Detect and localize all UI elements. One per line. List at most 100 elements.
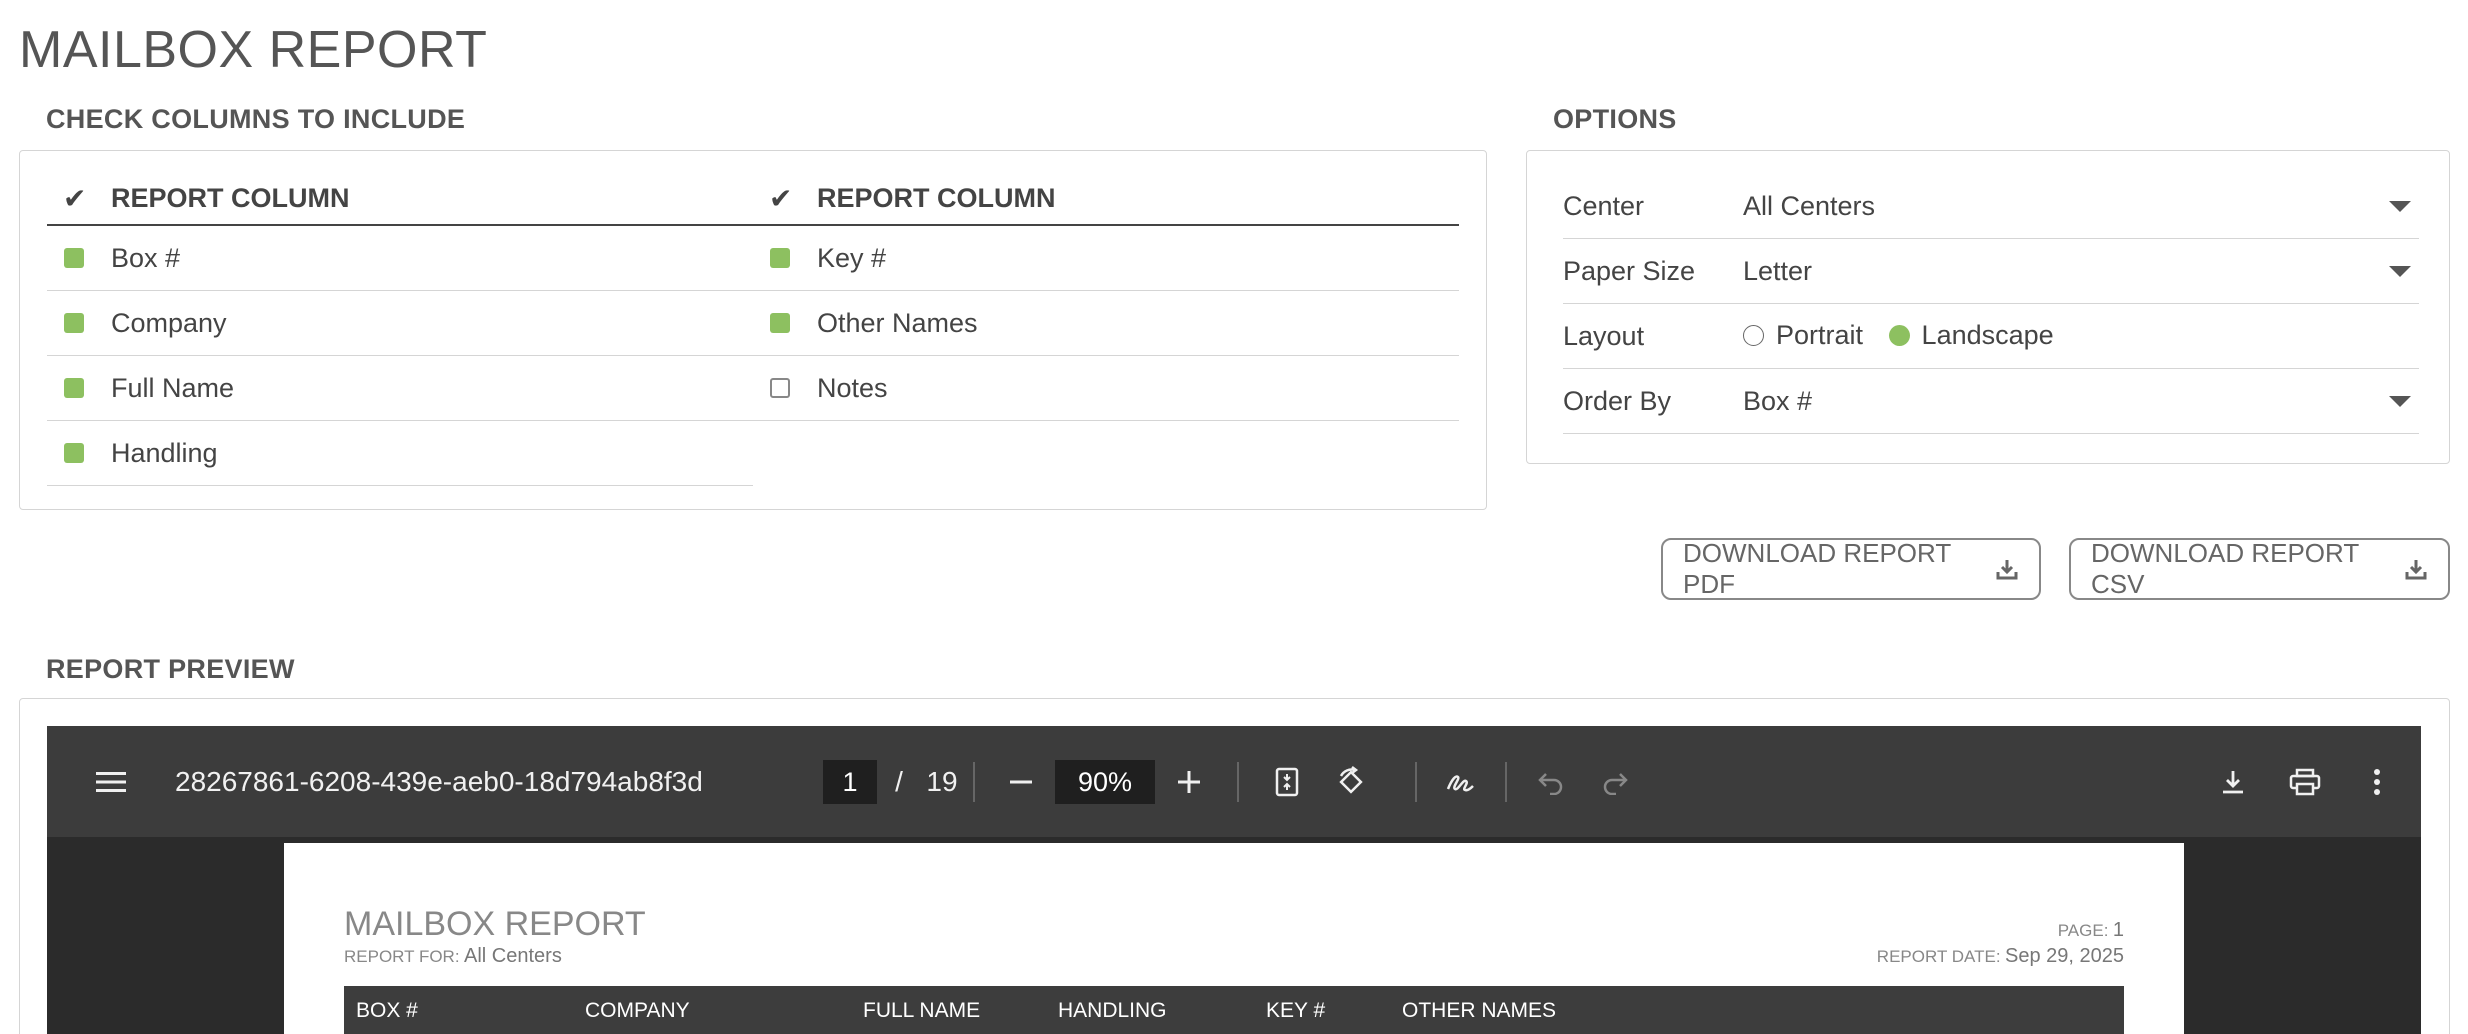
print-icon[interactable] (2285, 762, 2325, 802)
columns-table-header: ✔ REPORT COLUMN (753, 173, 1459, 226)
table-header-cell: HANDLING (1058, 999, 1167, 1022)
checkbox-box-number[interactable] (64, 248, 84, 268)
checkbox-other-names[interactable] (770, 313, 790, 333)
option-order-by[interactable]: Order By Box # (1563, 369, 2419, 434)
checkbox-notes[interactable] (770, 378, 790, 398)
column-header-label: REPORT COLUMN (111, 183, 350, 213)
column-row-box-number[interactable]: Box # (47, 226, 753, 291)
columns-table-header: ✔ REPORT COLUMN (47, 173, 753, 226)
layout-landscape-radio[interactable]: Landscape (1888, 319, 2054, 351)
option-label: Order By (1563, 385, 1672, 416)
options-section-heading: OPTIONS (1553, 104, 1677, 134)
report-date-label: REPORT DATE: (1876, 947, 2001, 966)
page-number-input[interactable]: 1 (823, 760, 877, 804)
download-csv-label: DOWNLOAD REPORT CSV (2091, 538, 2359, 599)
radio-label: Landscape (1921, 319, 2054, 350)
report-for: REPORT FOR: All Centers (344, 945, 562, 968)
column-label: Handling (111, 437, 218, 468)
more-options-icon[interactable] (2357, 762, 2397, 802)
column-label: Key # (817, 242, 887, 273)
table-header-cell: FULL NAME (863, 999, 981, 1022)
column-row-key-number[interactable]: Key # (753, 226, 1459, 291)
radio-selected-icon[interactable] (1888, 324, 1910, 346)
caret-down-icon[interactable] (2389, 265, 2411, 277)
column-header-label: REPORT COLUMN (817, 183, 1056, 213)
undo-icon[interactable] (1531, 762, 1571, 802)
mailbox-report-page: MAILBOX REPORT CHECK COLUMNS TO INCLUDE … (0, 0, 2468, 1034)
checkbox-company[interactable] (64, 313, 84, 333)
option-paper-size[interactable]: Paper Size Letter (1563, 239, 2419, 304)
column-row-notes[interactable]: Notes (753, 356, 1459, 421)
column-label: Notes (817, 372, 888, 403)
pdf-toolbar: 28267861-6208-439e-aeb0-18d794ab8f3d 1 /… (47, 726, 2421, 837)
option-label: Center (1563, 190, 1645, 221)
page-label: PAGE: (2057, 921, 2109, 940)
option-label: Paper Size (1563, 255, 1696, 286)
radio-unselected-icon[interactable] (1743, 324, 1764, 346)
download-icon (1995, 557, 2019, 581)
fit-page-icon[interactable] (1267, 762, 1307, 802)
option-layout: Layout Portrait Landscape (1563, 304, 2419, 369)
report-date-value: Sep 29, 2025 (2005, 945, 2124, 967)
draw-icon[interactable] (1441, 762, 1481, 802)
document-table-header: BOX # COMPANY FULL NAME HANDLING KEY # O… (344, 986, 2124, 1034)
checkbox-key-number[interactable] (770, 248, 790, 268)
redo-icon[interactable] (1595, 762, 1635, 802)
columns-panel: ✔ REPORT COLUMN Box # Company Full Name … (19, 150, 1487, 510)
column-row-handling[interactable]: Handling (47, 421, 753, 486)
column-row-full-name[interactable]: Full Name (47, 356, 753, 421)
report-for-label: REPORT FOR: (344, 947, 460, 966)
page-separator: / (895, 766, 903, 797)
download-icon[interactable] (2213, 762, 2253, 802)
column-row-other-names[interactable]: Other Names (753, 291, 1459, 356)
column-label: Full Name (111, 372, 235, 403)
table-header-cell: OTHER NAMES (1402, 999, 1557, 1022)
columns-table-left: ✔ REPORT COLUMN Box # Company Full Name … (47, 173, 753, 486)
order-by-select[interactable]: Box # (1743, 386, 2389, 417)
caret-down-icon[interactable] (2389, 200, 2411, 212)
pdf-file-name: 28267861-6208-439e-aeb0-18d794ab8f3d (175, 766, 703, 797)
layout-radio-group: Portrait Landscape (1743, 320, 2419, 353)
pdf-page: MAILBOX REPORT REPORT FOR: All Centers P… (284, 843, 2184, 1034)
report-preview-panel: 28267861-6208-439e-aeb0-18d794ab8f3d 1 /… (19, 698, 2450, 1034)
download-pdf-button[interactable]: DOWNLOAD REPORT PDF (1661, 538, 2041, 600)
rotate-icon[interactable] (1331, 762, 1371, 802)
columns-section-heading: CHECK COLUMNS TO INCLUDE (46, 104, 466, 134)
checkbox-full-name[interactable] (64, 378, 84, 398)
menu-icon[interactable] (91, 762, 131, 802)
table-header-cell: COMPANY (585, 999, 690, 1022)
download-csv-button[interactable]: DOWNLOAD REPORT CSV (2069, 538, 2450, 600)
report-for-value: All Centers (464, 945, 562, 967)
total-pages: 19 (926, 766, 958, 797)
checkmark-icon: ✔ (63, 183, 87, 214)
document-page-number: PAGE: 1 (2058, 919, 2124, 942)
page-value: 1 (2112, 919, 2124, 941)
option-center[interactable]: Center All Centers (1563, 174, 2419, 239)
download-icon (2404, 557, 2428, 581)
report-date: REPORT DATE: Sep 29, 2025 (1877, 945, 2124, 968)
document-title: MAILBOX REPORT (344, 905, 646, 943)
column-label: Box # (111, 242, 181, 273)
zoom-in-icon[interactable] (1169, 762, 1209, 802)
center-select[interactable]: All Centers (1743, 191, 2389, 222)
paper-size-select[interactable]: Letter (1743, 256, 2389, 287)
options-panel: Center All Centers Paper Size Letter Lay… (1526, 150, 2450, 464)
option-label: Layout (1563, 320, 1645, 351)
columns-table-right: ✔ REPORT COLUMN Key # Other Names Notes (753, 173, 1459, 421)
download-pdf-label: DOWNLOAD REPORT PDF (1683, 538, 1951, 599)
layout-portrait-radio[interactable]: Portrait (1743, 320, 1863, 351)
table-header-cell: KEY # (1266, 999, 1326, 1022)
checkbox-handling[interactable] (64, 443, 84, 463)
table-header-cell: BOX # (356, 999, 418, 1022)
zoom-out-icon[interactable] (1001, 762, 1041, 802)
caret-down-icon[interactable] (2389, 395, 2411, 407)
column-label: Other Names (817, 307, 978, 338)
preview-section-heading: REPORT PREVIEW (46, 654, 295, 684)
page-title: MAILBOX REPORT (19, 21, 488, 79)
zoom-level[interactable]: 90% (1055, 760, 1155, 804)
pdf-viewer: 28267861-6208-439e-aeb0-18d794ab8f3d 1 /… (47, 726, 2421, 1034)
column-row-company[interactable]: Company (47, 291, 753, 356)
checkmark-icon: ✔ (769, 183, 793, 214)
radio-label: Portrait (1776, 319, 1864, 350)
column-label: Company (111, 307, 227, 338)
